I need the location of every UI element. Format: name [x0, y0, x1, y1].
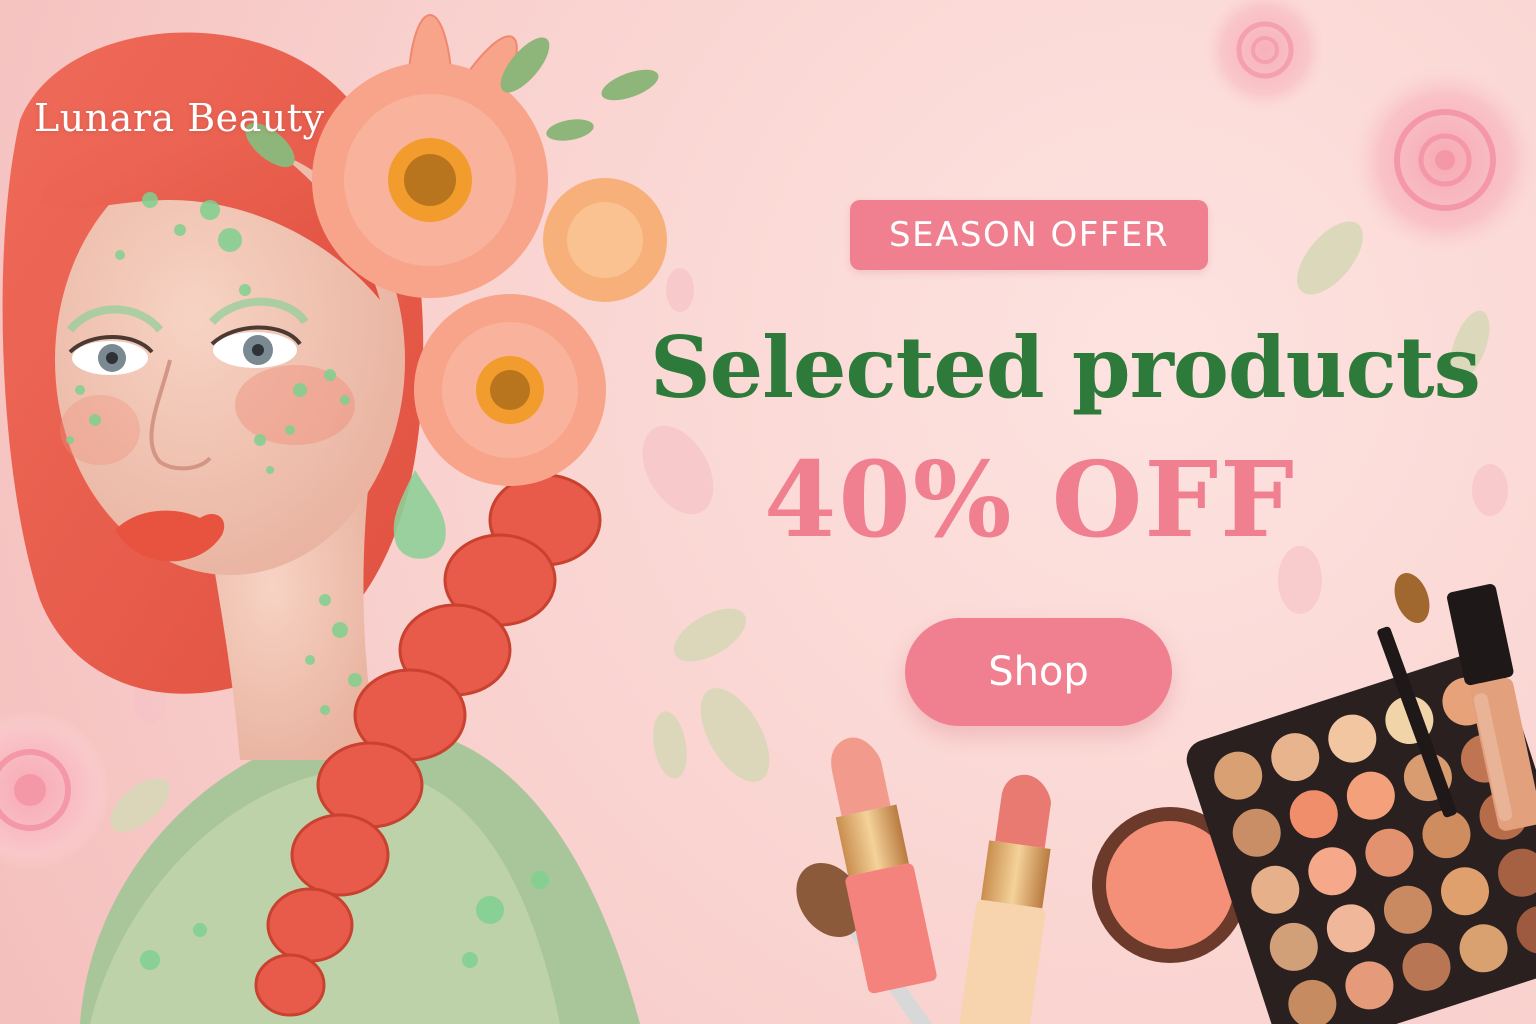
rose-icon	[0, 710, 110, 870]
promo-headline: Selected products	[650, 318, 1481, 417]
promo-banner: Lunara Beauty SEASON OFFER Selected prod…	[0, 0, 1536, 1024]
flower-icon	[312, 14, 548, 298]
discount-label: 40% OFF	[763, 438, 1297, 561]
rose-icon	[1203, 0, 1327, 112]
flower-icon	[543, 178, 667, 302]
season-offer-badge: SEASON OFFER	[850, 200, 1208, 270]
lipstick-icon	[831, 737, 937, 994]
flower-icon	[414, 294, 606, 486]
rose-icon	[1350, 65, 1536, 255]
lipstick-icon	[959, 774, 1051, 1024]
shop-button[interactable]: Shop	[905, 618, 1172, 726]
brand-logo: Lunara Beauty	[34, 96, 325, 140]
